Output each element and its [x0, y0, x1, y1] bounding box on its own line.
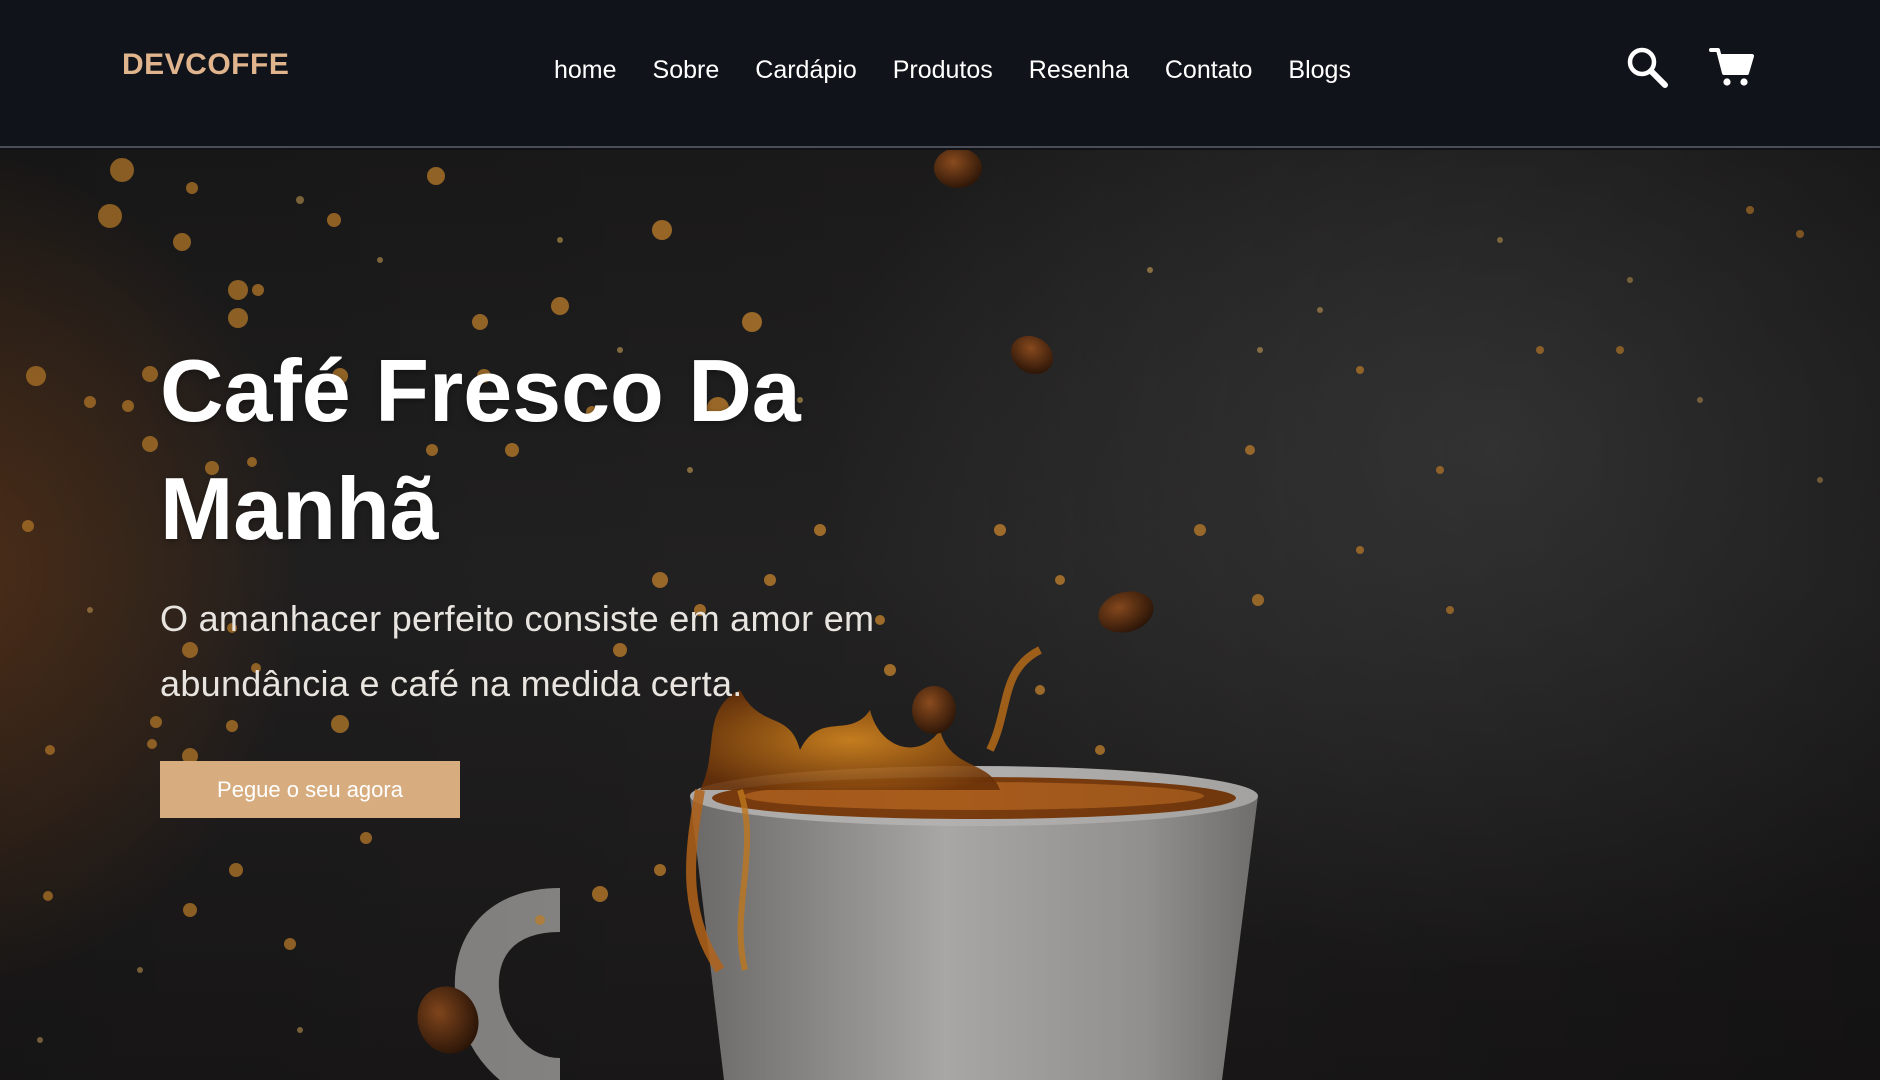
- hero-subtitle-line-1: O amanhacer perfeito consiste em amor em: [160, 598, 875, 639]
- nav-link-blogs[interactable]: Blogs: [1288, 56, 1351, 85]
- nav-link-produtos[interactable]: Produtos: [893, 56, 993, 85]
- hero-title-line-1: Café Fresco Da: [160, 341, 801, 440]
- site-header: DEVCOFFE home Sobre Cardápio Produtos Re…: [0, 0, 1880, 148]
- hero-subtitle-line-2: abundância e café na medida certa.: [160, 663, 743, 704]
- nav-link-sobre[interactable]: Sobre: [653, 56, 720, 85]
- logo[interactable]: DEVCOFFE: [122, 48, 289, 82]
- nav-link-home[interactable]: home: [554, 56, 617, 85]
- hero-subtitle: O amanhacer perfeito consiste em amor em…: [160, 586, 920, 716]
- search-button[interactable]: [1622, 42, 1672, 92]
- nav-link-resenha[interactable]: Resenha: [1029, 56, 1129, 85]
- cart-button[interactable]: [1707, 42, 1757, 92]
- nav-link-contato[interactable]: Contato: [1165, 56, 1253, 85]
- nav-link-cardapio[interactable]: Cardápio: [755, 56, 856, 85]
- hero-section: Café Fresco Da Manhã O amanhacer perfeit…: [0, 150, 1880, 1080]
- hero-title: Café Fresco Da Manhã: [160, 332, 920, 568]
- hero-title-line-2: Manhã: [160, 459, 439, 558]
- search-icon: [1627, 47, 1668, 88]
- main-nav: home Sobre Cardápio Produtos Resenha Con…: [554, 56, 1351, 85]
- cart-icon: [1709, 48, 1754, 86]
- get-yours-now-button[interactable]: Pegue o seu agora: [160, 761, 460, 818]
